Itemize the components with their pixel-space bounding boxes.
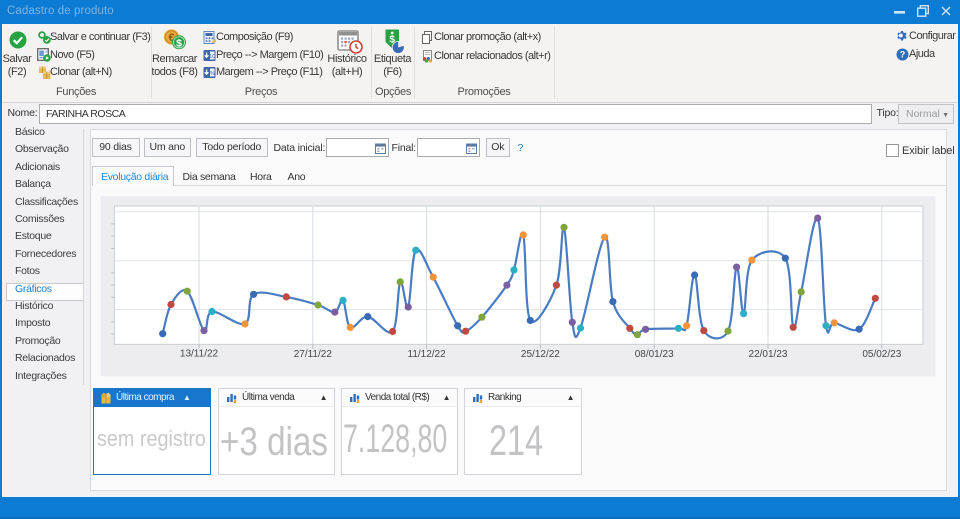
svg-text:27/11/22: 27/11/22 [294, 349, 333, 360]
svg-text:22/01/23: 22/01/23 [749, 349, 788, 360]
svg-text:13/11/22: 13/11/22 [180, 349, 219, 360]
svg-text:25/12/22: 25/12/22 [521, 349, 560, 360]
svg-text:05/02/23: 05/02/23 [862, 349, 901, 360]
svg-text:11/12/22: 11/12/22 [408, 349, 447, 360]
svg-text:08/01/23: 08/01/23 [635, 349, 674, 360]
